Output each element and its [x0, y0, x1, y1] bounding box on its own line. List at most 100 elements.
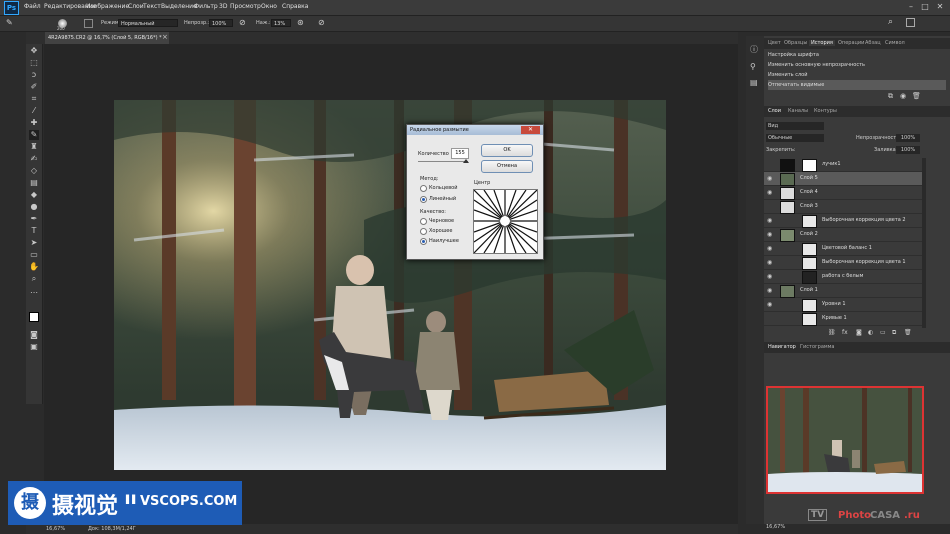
method-radio-spin[interactable]: [420, 185, 427, 192]
shape-icon[interactable]: ▭: [29, 250, 39, 260]
path-select-icon[interactable]: ➤: [29, 238, 39, 248]
layer-row[interactable]: ◉ Выборочная коррекция цвета 2: [764, 214, 922, 228]
search-icon[interactable]: ⌕: [888, 17, 893, 27]
layer-row[interactable]: лучик1: [764, 158, 922, 172]
layer-row-selected[interactable]: ◉ Слой 5: [764, 172, 922, 186]
marquee-icon[interactable]: ⬚: [29, 58, 39, 68]
menu-layers[interactable]: Слои: [128, 3, 144, 10]
layer-opacity-input[interactable]: 100%: [896, 134, 920, 142]
close-icon[interactable]: ✕: [935, 2, 945, 12]
quick-mask-icon[interactable]: ◙: [29, 330, 39, 340]
layer-row[interactable]: ◉ работа с белым: [764, 270, 922, 284]
tab-character[interactable]: Символ: [885, 40, 905, 46]
layer-row[interactable]: Слой 3: [764, 200, 922, 214]
tab-layers[interactable]: Слои: [768, 108, 781, 114]
brush-tool-icon[interactable]: ✎: [6, 18, 13, 27]
amount-slider-track[interactable]: [418, 161, 468, 162]
history-panel-icon[interactable]: ▤: [750, 78, 758, 87]
document-image[interactable]: [114, 100, 666, 470]
menu-select[interactable]: Выделение: [161, 3, 197, 10]
dodge-icon[interactable]: ●: [29, 202, 39, 212]
foreground-color-swatch[interactable]: [29, 312, 39, 322]
blur-icon[interactable]: ◆: [29, 190, 39, 200]
blur-center-preview[interactable]: [473, 189, 538, 254]
document-tab[interactable]: 4R2A9875.CR2 @ 16,7% (Слой 5, RGB/16*) *: [45, 32, 169, 44]
healing-icon[interactable]: ✚: [29, 118, 39, 128]
mode-select[interactable]: Нормальный: [118, 19, 178, 27]
opacity-input[interactable]: 100%: [209, 19, 233, 27]
adjustment-layer-icon[interactable]: ◐: [868, 329, 873, 336]
hand-icon[interactable]: ✋: [29, 262, 39, 272]
fx-icon[interactable]: fx: [842, 329, 848, 336]
pressure-opacity-icon[interactable]: ⊘: [239, 18, 246, 27]
menu-window[interactable]: Окно: [261, 3, 277, 10]
adjust-brush-icon[interactable]: ⚲: [750, 62, 756, 71]
tab-paths[interactable]: Контуры: [814, 108, 837, 114]
layer-row[interactable]: ◉ Уровни 1: [764, 298, 922, 312]
link-layers-icon[interactable]: ⛓: [828, 329, 836, 336]
lasso-icon[interactable]: ↄ: [29, 70, 39, 80]
new-doc-from-state-icon[interactable]: ⧉: [888, 92, 893, 101]
menu-3d[interactable]: 3D: [219, 3, 227, 10]
tab-close-icon[interactable]: ×: [162, 33, 168, 41]
tab-actions[interactable]: Операции: [838, 40, 864, 46]
layer-row[interactable]: ◉ Цветовой баланс 1: [764, 242, 922, 256]
layer-fill-input[interactable]: 100%: [896, 146, 920, 154]
tab-channels[interactable]: Каналы: [788, 108, 808, 114]
tab-color[interactable]: Цвет: [768, 40, 781, 46]
workspace-icon[interactable]: [906, 18, 915, 27]
history-item[interactable]: Изменить слой: [768, 70, 946, 80]
dialog-close-button[interactable]: ✕: [521, 126, 540, 134]
layer-filter-kind[interactable]: Вид: [766, 122, 824, 130]
screen-mode-icon[interactable]: ▣: [29, 342, 39, 352]
more-tools-icon[interactable]: ⋯: [29, 288, 39, 298]
menu-type[interactable]: Текст: [143, 3, 161, 10]
layer-row[interactable]: Кривые 1: [764, 312, 922, 326]
layer-row[interactable]: ◉ Слой 1: [764, 284, 922, 298]
history-item[interactable]: Изменить основную непрозрачность: [768, 60, 946, 70]
minimize-icon[interactable]: –: [906, 2, 916, 12]
brush-panel-icon[interactable]: [84, 19, 93, 28]
move-icon[interactable]: ✥: [29, 46, 39, 56]
amount-slider-handle[interactable]: [463, 159, 469, 163]
delete-layer-icon[interactable]: 🗑: [904, 329, 912, 336]
add-mask-icon[interactable]: ◙: [856, 329, 862, 336]
eyedropper-icon[interactable]: ⁄: [29, 106, 39, 116]
amount-input[interactable]: 155: [451, 148, 469, 159]
delete-state-icon[interactable]: 🗑: [912, 92, 921, 100]
tab-swatches[interactable]: Образцы: [784, 40, 807, 46]
snapshot-icon[interactable]: ◉: [900, 92, 906, 100]
crop-icon[interactable]: ⌗: [29, 94, 39, 104]
group-icon[interactable]: ▭: [880, 329, 886, 336]
zoom-icon[interactable]: ⌕: [29, 274, 39, 284]
navigator-preview[interactable]: [766, 386, 924, 494]
menu-filter[interactable]: Фильтр: [194, 3, 218, 10]
navigator-zoom[interactable]: 16,67%: [766, 524, 785, 530]
menu-help[interactable]: Справка: [282, 3, 308, 10]
quick-select-icon[interactable]: ✐: [29, 82, 39, 92]
layer-row[interactable]: ◉ Слой 2: [764, 228, 922, 242]
blend-mode-select[interactable]: Обычные: [766, 134, 824, 142]
history-item-active[interactable]: Отпечатать видимые: [768, 80, 946, 90]
maximize-icon[interactable]: □: [920, 2, 930, 12]
tab-paragraph[interactable]: Абзац: [865, 40, 881, 46]
quality-radio-draft[interactable]: [420, 218, 427, 225]
layers-scrollbar[interactable]: [922, 158, 926, 328]
method-radio-zoom[interactable]: [420, 196, 427, 203]
tab-navigator[interactable]: Навигатор: [768, 344, 796, 350]
layer-row[interactable]: ◉ Выборочная коррекция цвета 1: [764, 256, 922, 270]
info-icon[interactable]: ⓘ: [750, 44, 758, 55]
tab-history[interactable]: История: [809, 40, 835, 46]
quality-radio-best[interactable]: [420, 238, 427, 245]
menu-view[interactable]: Просмотр: [230, 3, 261, 10]
airbrush-icon[interactable]: ⊛: [297, 18, 304, 27]
status-zoom[interactable]: 16,67%: [46, 526, 65, 532]
quality-radio-good[interactable]: [420, 228, 427, 235]
stamp-icon[interactable]: ♜: [29, 142, 39, 152]
gradient-icon[interactable]: ▤: [29, 178, 39, 188]
new-layer-icon[interactable]: ⧉: [892, 329, 896, 337]
pressure-size-icon[interactable]: ⊘: [318, 18, 325, 27]
history-brush-icon[interactable]: ✍: [29, 154, 39, 164]
cancel-button[interactable]: Отмена: [481, 160, 533, 173]
flow-input[interactable]: 13%: [271, 19, 291, 27]
